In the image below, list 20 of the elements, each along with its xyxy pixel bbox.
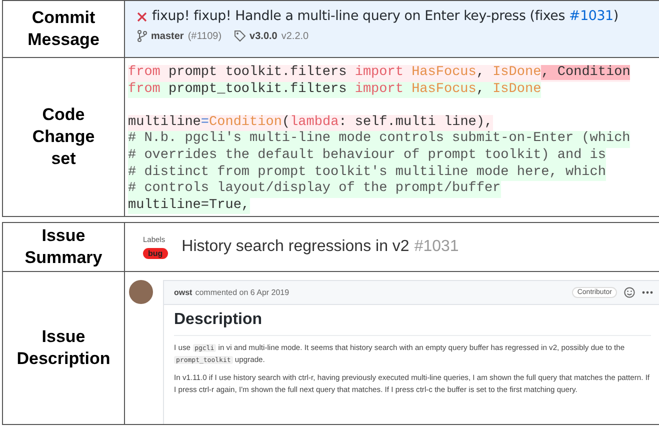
tag-name[interactable]: v3.0.0 [250,30,278,42]
commit-title: fixup! fixup! Handle a multi-line query on Enter key-press (fixes #1031) [152,9,618,24]
branch-name[interactable]: master [151,30,184,42]
comment-author[interactable]: owst [174,288,192,297]
row-header: Code Change set [3,58,125,216]
branch-icon [137,30,147,42]
comment-date: commented on 6 Apr 2019 [195,288,290,297]
row-header: Issue Summary [3,223,125,271]
issue-number: #1031 [414,238,459,255]
label-badge[interactable]: bug [143,248,168,259]
issue-link[interactable]: #1031 [569,9,614,24]
row-header: Issue Description [3,272,125,424]
description-heading: Description [174,311,651,336]
smiley-icon [624,287,635,298]
pull-request-number: (#1109) [188,30,222,42]
more-icon [642,291,653,294]
tag-icon [234,30,246,42]
tag-name[interactable]: v2.2.0 [281,30,309,42]
avatar [129,280,153,304]
issue-title: History search regressions in v2 [182,238,410,255]
